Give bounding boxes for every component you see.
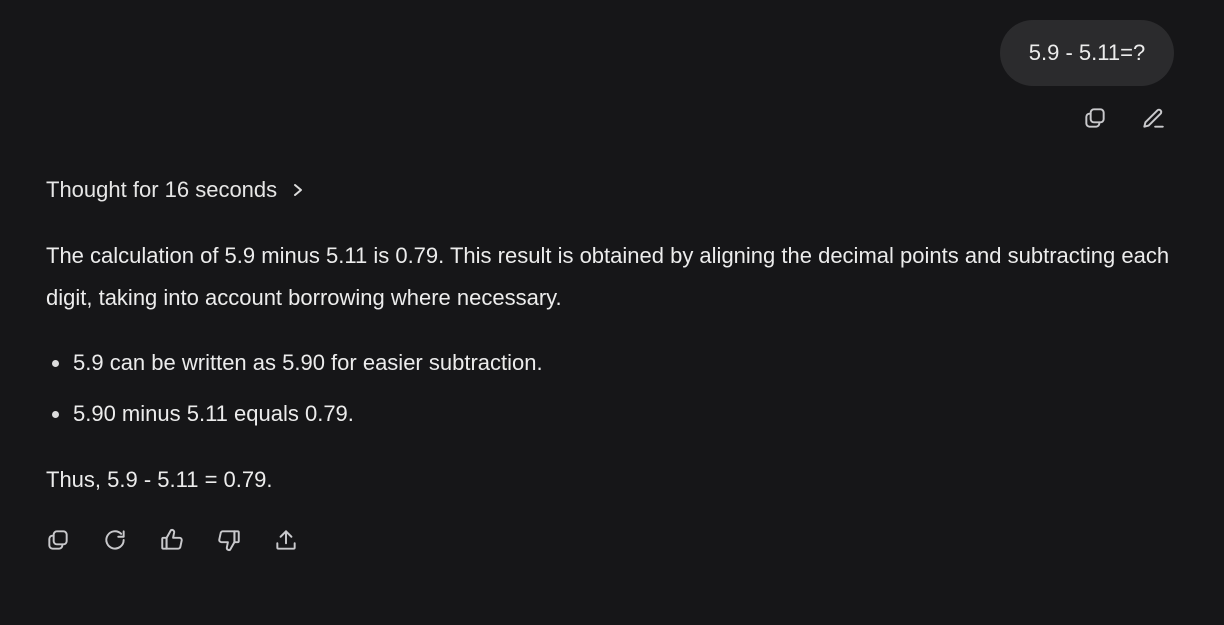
bullet-dot <box>52 411 59 418</box>
regenerate-icon[interactable] <box>100 525 130 555</box>
thumbs-up-icon[interactable] <box>157 525 187 555</box>
chevron-right-icon <box>291 183 305 197</box>
copy-icon[interactable] <box>43 525 73 555</box>
list-item: 5.90 minus 5.11 equals 0.79. <box>46 392 543 436</box>
answer-bullet-list: 5.9 can be written as 5.90 for easier su… <box>46 341 543 443</box>
user-message-bubble: 5.9 - 5.11=? <box>1000 20 1174 86</box>
copy-icon[interactable] <box>1080 103 1110 133</box>
answer-paragraph: The calculation of 5.9 minus 5.11 is 0.7… <box>46 243 1170 310</box>
bullet-text: 5.90 minus 5.11 equals 0.79. <box>73 401 354 426</box>
list-item: 5.9 can be written as 5.90 for easier su… <box>46 341 543 385</box>
answer-actions <box>43 525 301 555</box>
user-message-actions <box>1080 103 1168 133</box>
bullet-dot <box>52 360 59 367</box>
bullet-text: 5.9 can be written as 5.90 for easier su… <box>73 350 543 375</box>
share-icon[interactable] <box>271 525 301 555</box>
thumbs-down-icon[interactable] <box>214 525 244 555</box>
pencil-icon[interactable] <box>1138 103 1168 133</box>
answer-conclusion: Thus, 5.9 - 5.11 = 0.79. <box>46 467 273 492</box>
thought-label: Thought for 16 seconds <box>46 177 278 202</box>
thought-toggle[interactable]: Thought for 16 seconds <box>46 174 305 206</box>
